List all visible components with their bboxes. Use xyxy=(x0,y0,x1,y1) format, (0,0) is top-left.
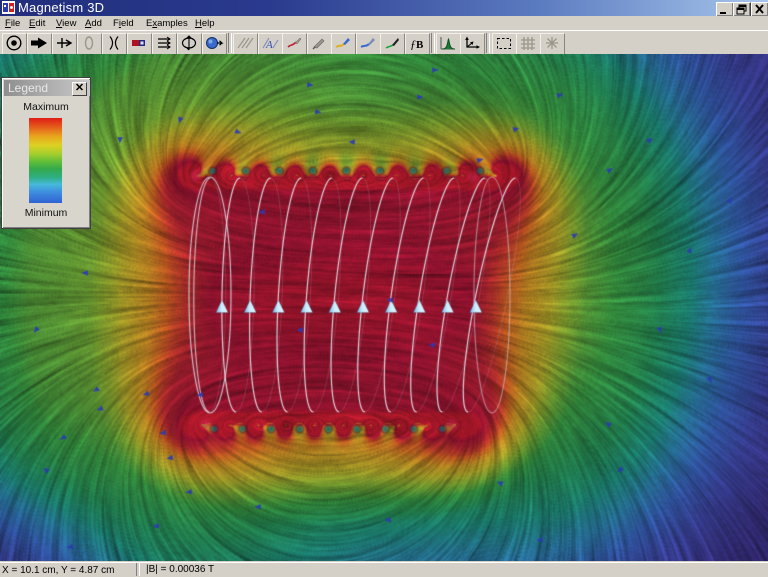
svg-text:A: A xyxy=(265,39,273,51)
svg-text:B: B xyxy=(416,39,424,51)
